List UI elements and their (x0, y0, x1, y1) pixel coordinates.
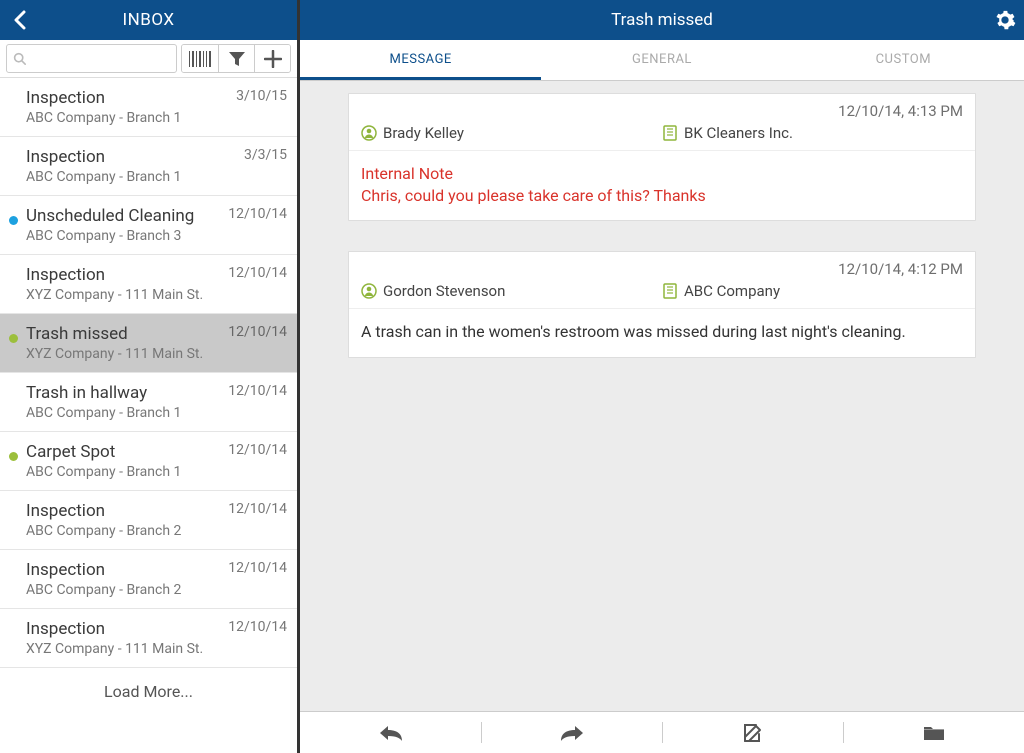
plus-icon (264, 50, 282, 68)
inbox-item[interactable]: Trash in hallway ABC Company - Branch 1 … (0, 373, 297, 432)
forward-button[interactable] (481, 712, 662, 753)
inbox-item-subtitle: XYZ Company - 111 Main St. (26, 346, 220, 362)
inbox-item[interactable]: Inspection ABC Company - Branch 1 3/3/15 (0, 137, 297, 196)
compose-button[interactable] (662, 712, 843, 753)
gear-icon (994, 9, 1016, 31)
note-label: Internal Note (361, 163, 963, 185)
detail-pane: Trash missed MESSAGEGENERALCUSTOM 12/10/… (300, 0, 1024, 753)
inbox-item-subtitle: ABC Company - Branch 1 (26, 405, 220, 421)
message-time: 12/10/14, 4:12 PM (361, 260, 963, 278)
inbox-item-subtitle: ABC Company - Branch 3 (26, 228, 220, 244)
inbox-item-subtitle: ABC Company - Branch 2 (26, 582, 220, 598)
inbox-item-date: 12/10/14 (228, 560, 287, 598)
company-icon (662, 125, 678, 141)
inbox-title: INBOX (0, 10, 297, 30)
reply-button[interactable] (300, 712, 481, 753)
status-dot (9, 216, 18, 225)
inbox-item-title: Inspection (26, 147, 236, 167)
folder-icon (922, 724, 946, 742)
message-person: Brady Kelley (383, 124, 464, 142)
inbox-item-subtitle: ABC Company - Branch 2 (26, 523, 220, 539)
load-more-button[interactable]: Load More... (0, 668, 297, 723)
message-card: 12/10/14, 4:13 PM Brady Kelley BK Cleane… (348, 93, 976, 221)
message-company: ABC Company (684, 282, 780, 300)
inbox-item-date: 12/10/14 (228, 206, 287, 244)
status-dot (9, 334, 18, 343)
inbox-item-date: 12/10/14 (228, 383, 287, 421)
inbox-item-date: 12/10/14 (228, 442, 287, 480)
forward-icon (559, 724, 585, 742)
message-content: 12/10/14, 4:13 PM Brady Kelley BK Cleane… (300, 81, 1024, 711)
tab-general[interactable]: GENERAL (541, 40, 782, 80)
inbox-item-subtitle: ABC Company - Branch 1 (26, 464, 220, 480)
bottom-bar (300, 711, 1024, 753)
filter-icon (228, 51, 246, 67)
settings-button[interactable] (994, 0, 1016, 40)
inbox-item-title: Inspection (26, 501, 220, 521)
inbox-item-date: 3/10/15 (236, 88, 287, 126)
chevron-left-icon (13, 10, 27, 30)
inbox-header: INBOX (0, 0, 297, 40)
detail-title: Trash missed (300, 10, 1024, 30)
inbox-item-subtitle: XYZ Company - 111 Main St. (26, 641, 220, 657)
inbox-item-date: 12/10/14 (228, 501, 287, 539)
inbox-list[interactable]: Inspection ABC Company - Branch 1 3/10/1… (0, 78, 297, 753)
message-card: 12/10/14, 4:12 PM Gordon Stevenson ABC C… (348, 251, 976, 358)
inbox-item-title: Inspection (26, 560, 220, 580)
inbox-item-date: 12/10/14 (228, 324, 287, 362)
inbox-item-subtitle: ABC Company - Branch 1 (26, 110, 228, 126)
inbox-item-title: Unscheduled Cleaning (26, 206, 220, 226)
inbox-item-title: Inspection (26, 619, 220, 639)
add-button[interactable] (254, 45, 290, 72)
barcode-icon (189, 51, 211, 67)
barcode-button[interactable] (182, 45, 218, 72)
reply-icon (378, 724, 404, 742)
person-icon (361, 283, 377, 299)
inbox-item-date: 12/10/14 (228, 265, 287, 303)
detail-tabs: MESSAGEGENERALCUSTOM (300, 40, 1024, 81)
detail-header: Trash missed (300, 0, 1024, 40)
status-dot (9, 452, 18, 461)
inbox-item-date: 12/10/14 (228, 619, 287, 657)
inbox-item[interactable]: Inspection XYZ Company - 111 Main St. 12… (0, 255, 297, 314)
person-icon (361, 125, 377, 141)
message-body: Chris, could you please take care of thi… (361, 185, 963, 207)
search-icon (13, 52, 26, 65)
inbox-item[interactable]: Inspection ABC Company - Branch 1 3/10/1… (0, 78, 297, 137)
tab-custom[interactable]: CUSTOM (783, 40, 1024, 80)
inbox-item-title: Inspection (26, 88, 228, 108)
tab-message[interactable]: MESSAGE (300, 40, 541, 80)
inbox-item-date: 3/3/15 (244, 147, 287, 185)
inbox-item-title: Trash in hallway (26, 383, 220, 403)
compose-icon (742, 722, 764, 744)
inbox-item-subtitle: XYZ Company - 111 Main St. (26, 287, 220, 303)
inbox-item-title: Carpet Spot (26, 442, 220, 462)
message-time: 12/10/14, 4:13 PM (361, 102, 963, 120)
filter-button[interactable] (218, 45, 254, 72)
search-wrap[interactable] (6, 44, 177, 73)
inbox-item-title: Trash missed (26, 324, 220, 344)
inbox-item-title: Inspection (26, 265, 220, 285)
search-input[interactable] (30, 51, 170, 66)
inbox-item-subtitle: ABC Company - Branch 1 (26, 169, 236, 185)
message-company: BK Cleaners Inc. (684, 124, 793, 142)
inbox-item[interactable]: Carpet Spot ABC Company - Branch 1 12/10… (0, 432, 297, 491)
inbox-item[interactable]: Unscheduled Cleaning ABC Company - Branc… (0, 196, 297, 255)
inbox-item[interactable]: Inspection ABC Company - Branch 2 12/10/… (0, 550, 297, 609)
inbox-toolbar (0, 40, 297, 78)
inbox-item[interactable]: Inspection XYZ Company - 111 Main St. 12… (0, 609, 297, 668)
archive-button[interactable] (843, 712, 1024, 753)
inbox-item[interactable]: Trash missed XYZ Company - 111 Main St. … (0, 314, 297, 373)
company-icon (662, 283, 678, 299)
inbox-item[interactable]: Inspection ABC Company - Branch 2 12/10/… (0, 491, 297, 550)
back-button[interactable] (0, 10, 40, 30)
inbox-pane: INBOX (0, 0, 300, 753)
message-body: A trash can in the women's restroom was … (361, 321, 963, 343)
message-person: Gordon Stevenson (383, 282, 505, 300)
